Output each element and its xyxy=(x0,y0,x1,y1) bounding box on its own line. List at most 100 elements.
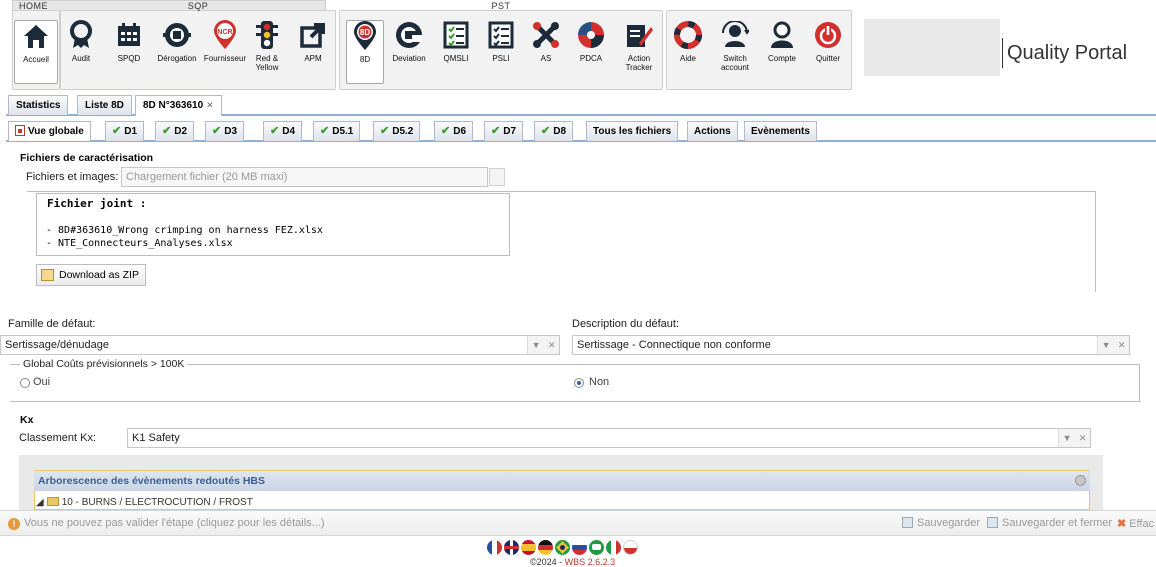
tab-evenements[interactable]: Evènements xyxy=(744,121,817,141)
flag-br-icon[interactable] xyxy=(555,540,570,555)
pdca-button[interactable]: PDCA xyxy=(575,20,607,84)
svg-text:8D: 8D xyxy=(360,28,370,37)
tab-statistics[interactable]: Statistics xyxy=(8,95,69,115)
flag-uk-icon[interactable] xyxy=(504,540,519,555)
apm-button[interactable]: APM xyxy=(297,20,329,84)
save-close-button[interactable]: Sauvegarder et fermer xyxy=(987,517,1112,529)
action-tracker-icon xyxy=(624,20,654,50)
external-arrow-icon xyxy=(298,20,328,50)
validation-message[interactable]: Vous ne pouvez pas valider l'étape (cliq… xyxy=(24,517,325,529)
radio-oui-label: Oui xyxy=(33,376,51,388)
spqd-button[interactable]: SPQD xyxy=(112,20,146,84)
clear-icon[interactable]: ✕ xyxy=(1079,429,1087,447)
tab-d4[interactable]: ✔ D4 xyxy=(263,121,303,141)
tab-d3[interactable]: ✔ D3 xyxy=(205,121,245,141)
attachment-file[interactable]: - NTE_Connecteurs_Analyses.xlsx xyxy=(46,238,233,249)
company-logo-placeholder xyxy=(864,19,1000,76)
8d-button[interactable]: 8D 8D xyxy=(346,20,384,84)
tab-d6[interactable]: ✔ D6 xyxy=(434,121,474,141)
defect-family-select[interactable]: Sertissage/dénudage ▼ ✕ xyxy=(0,335,560,355)
calendar-icon xyxy=(114,20,144,50)
action-tracker-button[interactable]: Action Tracker xyxy=(618,20,660,84)
switch-account-button[interactable]: Switch account xyxy=(715,20,755,84)
collapse-icon[interactable] xyxy=(1075,475,1086,486)
flag-chat-icon[interactable] xyxy=(589,540,604,555)
audit-button[interactable]: Audit xyxy=(64,20,98,84)
flag-es-icon[interactable] xyxy=(521,540,536,555)
tab-tous-les-fichiers[interactable]: Tous les fichiers xyxy=(586,121,679,141)
radio-oui[interactable] xyxy=(20,378,30,388)
as-button[interactable]: AS xyxy=(530,20,562,84)
switch-user-icon xyxy=(720,20,750,50)
download-zip-button[interactable]: Download as ZIP xyxy=(36,264,146,286)
flag-fr-icon[interactable] xyxy=(487,540,502,555)
radio-non[interactable] xyxy=(574,378,584,388)
info-icon: ! xyxy=(8,518,20,530)
disk-icon xyxy=(902,517,913,528)
tab-d2[interactable]: ✔ D2 xyxy=(155,121,195,141)
flag-ru-icon[interactable] xyxy=(572,540,587,555)
check-icon: ✔ xyxy=(270,125,280,137)
group-sqp-title: SQP xyxy=(187,1,209,11)
flag-pl-icon[interactable] xyxy=(623,540,638,555)
footer-copyright: ©2024 - WBS 2.6.2.3 xyxy=(530,557,616,567)
clear-icon[interactable]: ✕ xyxy=(1118,336,1126,354)
cancel-button[interactable]: ✖ Effac xyxy=(1117,517,1154,530)
aide-button[interactable]: Aide xyxy=(672,20,704,84)
kx-select[interactable]: K1 Safety ▼ ✕ xyxy=(127,428,1091,448)
tab-d1[interactable]: ✔ D1 xyxy=(105,121,145,141)
power-icon xyxy=(813,20,843,50)
expand-arrow-icon[interactable]: ◢ xyxy=(36,497,44,508)
check-icon: ✔ xyxy=(441,125,451,137)
accueil-button[interactable]: Accueil xyxy=(14,20,58,84)
svg-text:NCR: NCR xyxy=(217,29,232,36)
tab-8d-363610[interactable]: 8D N°363610 ✕ xyxy=(135,95,222,116)
defect-family-label: Famille de défaut: xyxy=(8,318,96,330)
tab-actions[interactable]: Actions xyxy=(687,121,738,141)
chevron-down-icon[interactable]: ▼ xyxy=(532,336,541,354)
tab-d5-2[interactable]: ✔ D5.2 xyxy=(373,121,421,141)
folder-icon xyxy=(46,497,59,506)
psli-button[interactable]: PSLI xyxy=(482,20,520,84)
pdca-icon xyxy=(576,20,606,50)
portal-title: Quality Portal xyxy=(1002,38,1127,68)
tab-d5-1[interactable]: ✔ D5.1 xyxy=(313,121,361,141)
quitter-button[interactable]: Quitter xyxy=(810,20,846,84)
flag-it-icon[interactable] xyxy=(606,540,621,555)
ncr-icon: NCR xyxy=(210,20,240,50)
user-icon xyxy=(767,20,797,50)
flag-de-icon[interactable] xyxy=(538,540,553,555)
tab-vue-globale[interactable]: Vue globale xyxy=(8,121,91,141)
save-button[interactable]: Sauvegarder xyxy=(902,517,980,529)
close-tab-icon[interactable]: ✕ xyxy=(206,100,214,110)
defect-description-label: Description du défaut: xyxy=(572,318,680,330)
check-icon: ✔ xyxy=(320,125,330,137)
version-link[interactable]: WBS 2.6.2.3 xyxy=(565,557,616,567)
chevron-down-icon[interactable]: ▼ xyxy=(1063,429,1072,447)
attachment-file[interactable]: - 8D#363610_Wrong crimping on harness FE… xyxy=(46,225,323,236)
red-yellow-button[interactable]: Red & Yellow xyxy=(251,20,283,84)
upload-icon[interactable] xyxy=(489,168,505,186)
chevron-down-icon[interactable]: ▼ xyxy=(1102,336,1111,354)
document-tabs: Statistics Liste 8D 8D N°363610 ✕ xyxy=(6,94,1156,116)
radio-non-label: Non xyxy=(589,376,610,388)
lifebuoy-icon xyxy=(673,20,703,50)
defect-description-select[interactable]: Sertissage - Connectique non conforme ▼ ✕ xyxy=(572,335,1130,355)
qmsli-button[interactable]: QMSLI xyxy=(437,20,475,84)
check-icon: ✔ xyxy=(491,125,501,137)
tab-liste-8d[interactable]: Liste 8D xyxy=(77,95,132,115)
ribbon-toolbar: HOME SQP PST Accueil Audit SPQD Dérogati… xyxy=(0,0,1156,92)
tab-d7[interactable]: ✔ D7 xyxy=(484,121,524,141)
derogation-button[interactable]: Dérogation xyxy=(154,20,200,84)
file-upload-field[interactable]: Chargement fichier (20 MB maxi) xyxy=(121,167,488,187)
hbs-panel-header: Arborescence des évènements redoutés HBS xyxy=(34,471,1090,491)
compte-button[interactable]: Compte xyxy=(764,20,800,84)
hbs-tree-node[interactable]: ◢ 10 - BURNS / ELECTROCUTION / FROST xyxy=(36,497,253,508)
fournisseur-button[interactable]: NCR Fournisseur xyxy=(202,20,248,84)
deviation-button[interactable]: Deviation xyxy=(388,20,430,84)
tab-d8[interactable]: ✔ D8 xyxy=(534,121,574,141)
check-icon: ✔ xyxy=(162,125,172,137)
files-label: Fichiers et images: xyxy=(26,171,119,183)
clear-icon[interactable]: ✕ xyxy=(548,336,556,354)
check-icon: ✔ xyxy=(212,125,222,137)
